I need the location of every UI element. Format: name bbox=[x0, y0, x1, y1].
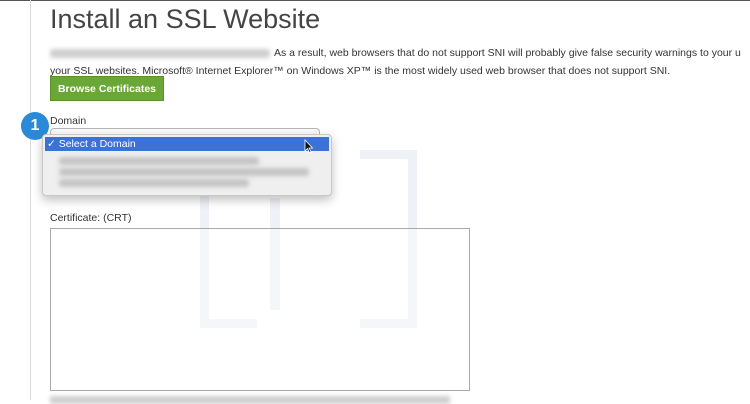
mouse-pointer-icon bbox=[304, 139, 314, 153]
top-border-line bbox=[0, 0, 750, 1]
domain-label: Domain bbox=[50, 115, 87, 127]
description-line-1: As a result, web browsers that do not su… bbox=[50, 44, 750, 62]
domain-dropdown-list[interactable]: ✓ Select a Domain bbox=[42, 134, 332, 196]
certificate-textarea[interactable] bbox=[50, 228, 470, 391]
redacted-text bbox=[50, 48, 270, 58]
certificate-label: Certificate: (CRT) bbox=[50, 212, 132, 224]
page-description: As a result, web browsers that do not su… bbox=[50, 44, 750, 80]
domain-option-redacted-3[interactable] bbox=[59, 179, 249, 187]
browse-certificates-button[interactable]: Browse Certificates bbox=[50, 76, 164, 101]
domain-option-select-a-domain[interactable]: ✓ Select a Domain bbox=[45, 137, 329, 151]
description-text-1: As a result, web browsers that do not su… bbox=[274, 47, 741, 59]
redacted-footer-text bbox=[50, 396, 450, 404]
content-left-border bbox=[30, 0, 31, 400]
domain-option-redacted-1[interactable] bbox=[59, 157, 259, 165]
domain-option-redacted-2[interactable] bbox=[59, 168, 309, 176]
page-title: Install an SSL Website bbox=[50, 4, 321, 34]
